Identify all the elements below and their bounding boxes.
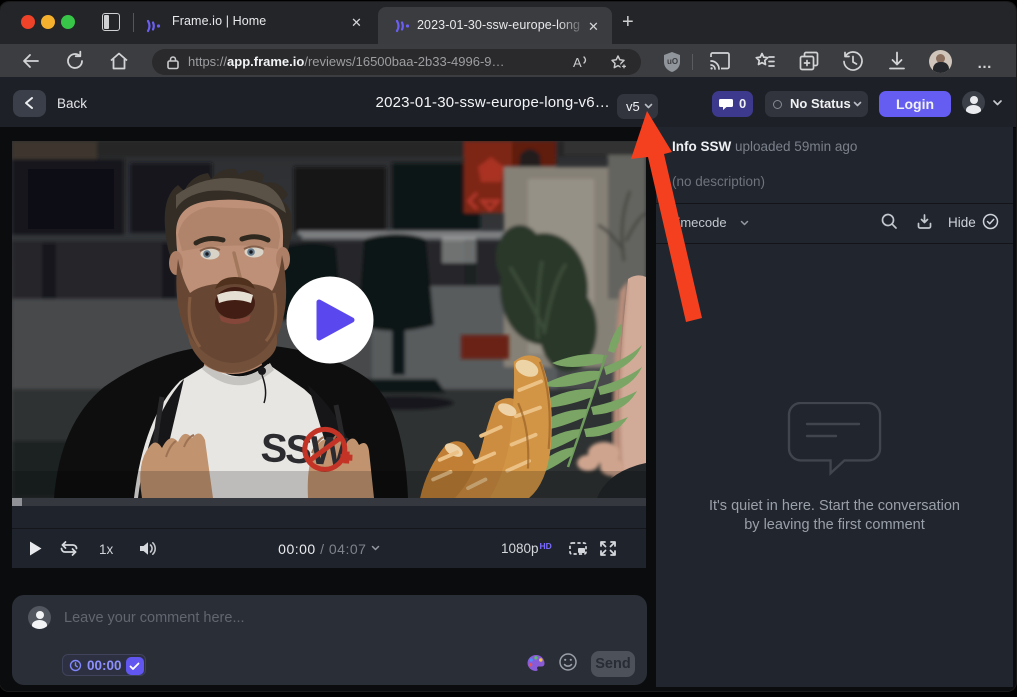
svg-text:uO: uO [667,57,678,66]
svg-text:A: A [573,55,582,70]
